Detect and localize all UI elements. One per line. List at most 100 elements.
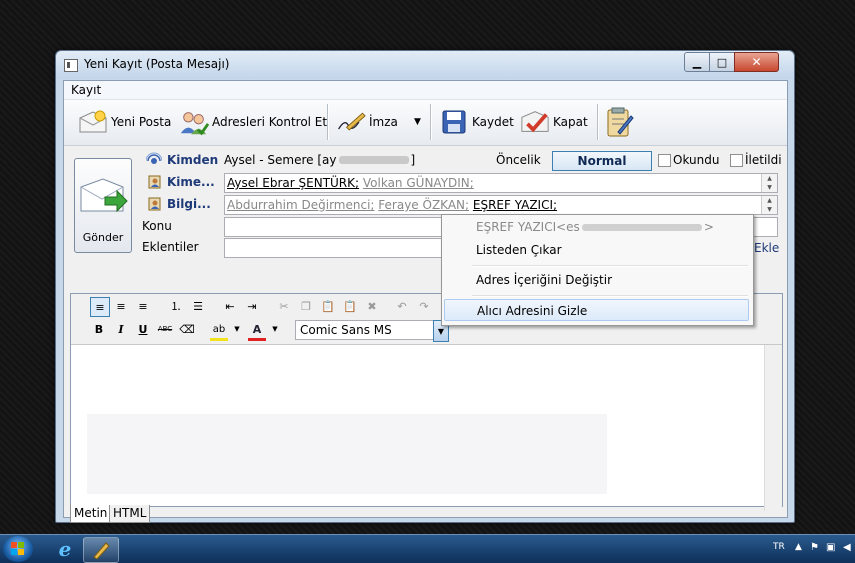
cut-icon[interactable]: ✂ [275, 297, 293, 315]
strikethrough-icon[interactable]: ABC [156, 320, 174, 338]
font-select[interactable]: Comic Sans MS [295, 320, 447, 340]
undo-icon[interactable]: ↶ [393, 297, 411, 315]
align-center-icon[interactable]: ≡ [112, 297, 130, 315]
maximize-button[interactable]: □ [709, 52, 735, 72]
forwarded-checkbox[interactable] [730, 154, 743, 167]
new-mail-button[interactable]: Yeni Posta [78, 102, 171, 142]
send-label: Gönder [82, 231, 124, 244]
to-book-icon [148, 175, 161, 189]
start-button[interactable] [3, 536, 33, 562]
close-compose-button[interactable]: Kapat [520, 102, 588, 142]
cc-recipient[interactable]: Feraye ÖZKAN; [378, 198, 469, 212]
cc-field-spinner[interactable]: ▲ ▼ [761, 196, 777, 214]
cc-field[interactable]: Abdurrahim Değirmenci; Feraye ÖZKAN; EŞR… [224, 195, 778, 215]
bold-icon[interactable]: B [90, 320, 108, 338]
read-label: Okundu [673, 153, 720, 167]
app-icon [64, 59, 78, 72]
attachments-label: Eklentiler [142, 240, 199, 254]
font-color-dropdown-icon[interactable]: ▼ [266, 320, 284, 338]
mail-app-taskbar-button[interactable] [83, 537, 119, 563]
to-label[interactable]: Kime... [167, 175, 215, 189]
close-window-button[interactable]: ✕ [734, 52, 779, 72]
to-field-spinner[interactable]: ▲ ▼ [761, 174, 777, 192]
minimize-icon: ▁ [692, 55, 702, 69]
attach-add-link[interactable]: Ekle [754, 241, 779, 255]
minimize-button[interactable]: ▁ [684, 52, 710, 72]
editor-body[interactable] [71, 345, 780, 513]
save-button[interactable]: Kaydet [439, 102, 514, 142]
maximize-icon: □ [716, 55, 728, 69]
from-value-text: Aysel - Semere [ay [224, 153, 337, 167]
check-addresses-label: Adresleri Kontrol Et [212, 115, 328, 129]
copy-icon[interactable]: ❐ [297, 297, 315, 315]
cc-recipient[interactable]: Abdurrahim Değirmenci; [227, 198, 374, 212]
ie-taskbar-button[interactable]: e [51, 537, 79, 561]
read-checkbox[interactable] [658, 154, 671, 167]
signature-icon [336, 107, 366, 137]
send-button[interactable]: Gönder [74, 158, 132, 253]
tab-metin[interactable]: Metin [70, 505, 112, 523]
menu-separator [472, 295, 748, 297]
to-recipient[interactable]: Volkan GÜNAYDIN; [363, 176, 474, 190]
recipient-context-menu: EŞREF YAZICI<es > Listeden Çıkar Adres İç… [441, 214, 754, 326]
menu-kayit[interactable]: Kayıt [71, 83, 101, 97]
italic-icon[interactable]: I [112, 320, 130, 338]
underline-icon[interactable]: U [134, 320, 152, 338]
eraser-icon[interactable]: ⌫ [178, 320, 196, 338]
send-mail-icon [80, 178, 128, 213]
context-menu-header: EŞREF YAZICI<es > [444, 216, 749, 238]
taskbar: e TR ▲ ⚑ ▣ ◀ [0, 534, 855, 563]
highlight-icon[interactable]: ab [210, 320, 228, 341]
align-right-icon[interactable]: ≡ [134, 297, 152, 315]
check-addresses-button[interactable]: Adresleri Kontrol Et [179, 102, 327, 142]
properties-button[interactable] [604, 102, 637, 142]
cc-recipient[interactable]: EŞREF YAZICI; [473, 198, 557, 212]
change-address-item[interactable]: Adres İçeriğini Değiştir [444, 269, 749, 291]
signature-button[interactable]: İmza [336, 102, 398, 142]
indent-icon[interactable]: ⇥ [243, 297, 261, 315]
context-header-text: EŞREF YAZICI<es [476, 220, 580, 234]
bullet-list-icon[interactable]: ☰ [189, 297, 207, 315]
pencil-icon [93, 542, 110, 560]
tab-html[interactable]: HTML [109, 505, 151, 523]
from-value-end: ] [410, 153, 416, 167]
volume-icon[interactable]: ◀ [843, 542, 851, 553]
paste-special-icon[interactable]: 📋 [341, 297, 359, 315]
align-left-icon[interactable]: ≡ [90, 297, 110, 317]
chevron-down-icon: ▼ [414, 117, 421, 127]
action-center-flag-icon[interactable]: ⚑ [810, 542, 819, 553]
title-bar[interactable]: Yeni Kayıt (Posta Mesajı) ▁ □ ✕ [56, 51, 794, 79]
from-icon [146, 152, 162, 164]
subject-label: Konu [142, 219, 172, 233]
priority-button[interactable]: Normal [552, 151, 652, 171]
font-color-icon[interactable]: A [248, 320, 266, 341]
to-field[interactable]: Aysel Ebrar ŞENTÜRK; Volkan GÜNAYDIN; ▲ ▼ [224, 173, 778, 193]
toolbar-separator [597, 104, 598, 140]
toolbar: Yeni Posta Adresleri Kontrol Et İmza ▼ K… [64, 100, 787, 146]
remove-from-list-item[interactable]: Listeden Çıkar [444, 239, 749, 261]
cc-book-icon [148, 197, 161, 211]
cc-label[interactable]: Bilgi... [167, 197, 211, 211]
paste-icon[interactable]: 📋 [319, 297, 337, 315]
windows-logo-icon [11, 542, 24, 555]
redacted-email [338, 156, 409, 164]
delete-icon[interactable]: ✖ [363, 297, 381, 315]
hide-recipient-item[interactable]: Alıcı Adresini Gizle [444, 299, 749, 321]
save-label: Kaydet [472, 115, 514, 129]
network-icon[interactable]: ▣ [826, 542, 835, 553]
to-recipient[interactable]: Aysel Ebrar ŞENTÜRK; [227, 176, 359, 190]
numbered-list-icon[interactable]: ⒈ [167, 297, 185, 315]
from-label[interactable]: Kimden [167, 153, 218, 167]
highlight-dropdown-icon[interactable]: ▼ [228, 320, 246, 338]
editor-scrollbar[interactable] [764, 345, 782, 511]
priority-label: Öncelik [496, 153, 541, 167]
new-mail-label: Yeni Posta [111, 115, 172, 129]
contacts-icon [179, 107, 209, 137]
outdent-icon[interactable]: ⇤ [221, 297, 239, 315]
redo-icon[interactable]: ↷ [415, 297, 433, 315]
tray-expand-icon[interactable]: ▲ [795, 542, 802, 552]
toolbar-separator [430, 104, 431, 140]
context-header-end: > [703, 220, 714, 234]
signature-dropdown[interactable]: ▼ [414, 102, 421, 142]
language-indicator[interactable]: TR [773, 542, 785, 552]
